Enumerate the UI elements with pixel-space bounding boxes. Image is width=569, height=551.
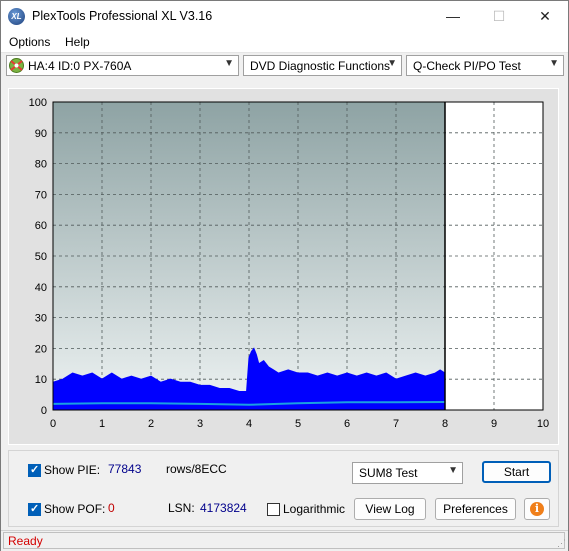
chevron-down-icon: ▼ — [448, 465, 458, 476]
function-select[interactable]: DVD Diagnostic Functions ▼ — [243, 55, 402, 76]
chevron-down-icon: ▼ — [549, 58, 559, 69]
x-tick-label: 0 — [50, 418, 56, 430]
x-tick-label: 1 — [99, 418, 105, 430]
menu-bar: Options Help — [1, 32, 568, 53]
status-text: Ready — [8, 534, 43, 548]
pi-po-chart: 0 10 20 30 40 50 60 70 80 90 100 0 1 2 3 4 5 6 7 8 9 10 — [29, 97, 549, 430]
x-tick-label: 7 — [393, 418, 399, 430]
close-button[interactable]: ✕ — [522, 1, 568, 32]
y-axis-labels: 0 10 20 30 40 50 60 70 80 90 100 — [29, 97, 47, 417]
sum8-test-select[interactable]: SUM8 Test ▼ — [352, 462, 463, 484]
y-tick-label: 30 — [35, 313, 47, 325]
y-tick-label: 100 — [29, 97, 47, 109]
lsn-value: 4173824 — [200, 501, 247, 515]
y-tick-label: 80 — [35, 159, 47, 171]
y-tick-label: 60 — [35, 220, 47, 232]
test-select-value: Q-Check PI/PO Test — [413, 59, 521, 73]
y-tick-label: 10 — [35, 374, 47, 386]
y-tick-label: 70 — [35, 189, 47, 201]
app-window: XL PlexTools Professional XL V3.16 — ☐ ✕… — [0, 0, 569, 551]
pie-value: 77843 — [108, 462, 142, 476]
menu-help-label: Help — [65, 35, 90, 49]
show-pof-label: Show POF: — [44, 502, 106, 516]
y-tick-label: 50 — [35, 251, 47, 263]
y-tick-label: 90 — [35, 128, 47, 140]
disc-drive-icon — [9, 58, 24, 73]
info-button[interactable]: i — [524, 498, 550, 520]
controls-panel: Show PIE: 77843 rows/8ECC Show POF: 0 LS… — [8, 450, 559, 527]
menu-help[interactable]: Help — [65, 35, 90, 49]
window-title: PlexTools Professional XL V3.16 — [32, 9, 213, 23]
y-tick-label: 20 — [35, 343, 47, 355]
minimize-button[interactable]: — — [430, 1, 476, 32]
start-button-label: Start — [503, 465, 530, 479]
chevron-down-icon: ▼ — [387, 58, 397, 69]
status-bar: Ready ⋰ — [1, 530, 568, 551]
sum8-test-value: SUM8 Test — [359, 466, 418, 480]
menu-options[interactable]: Options — [9, 35, 50, 49]
x-tick-label: 8 — [442, 418, 448, 430]
logarithmic-checkbox[interactable] — [267, 503, 280, 516]
x-tick-label: 9 — [491, 418, 497, 430]
info-icon: i — [530, 502, 544, 516]
x-tick-label: 3 — [197, 418, 203, 430]
chevron-down-icon: ▼ — [224, 58, 234, 69]
x-tick-label: 6 — [344, 418, 350, 430]
show-pof-checkbox[interactable] — [28, 502, 41, 516]
x-axis-labels: 0 1 2 3 4 5 6 7 8 9 10 — [50, 418, 549, 430]
pof-value: 0 — [108, 501, 115, 515]
app-logo-icon: XL — [8, 8, 25, 25]
preferences-label: Preferences — [443, 502, 508, 516]
x-tick-label: 2 — [148, 418, 154, 430]
drive-select-value: HA:4 ID:0 PX-760A — [28, 59, 132, 73]
y-tick-label: 40 — [35, 282, 47, 294]
menu-options-label: Options — [9, 35, 51, 49]
logarithmic-label: Logarithmic — [283, 502, 346, 516]
function-select-value: DVD Diagnostic Functions — [250, 59, 391, 73]
x-tick-label: 5 — [295, 418, 301, 430]
chart-panel: 0 10 20 30 40 50 60 70 80 90 100 0 1 2 3 4 5 6 7 8 9 10 — [8, 88, 559, 445]
x-tick-label: 4 — [246, 418, 252, 430]
lsn-label: LSN: — [168, 501, 195, 515]
view-log-label: View Log — [365, 502, 415, 516]
start-button[interactable]: Start — [482, 461, 551, 483]
test-select[interactable]: Q-Check PI/PO Test ▼ — [406, 55, 564, 76]
show-pie-checkbox[interactable] — [28, 463, 41, 477]
drive-select[interactable]: HA:4 ID:0 PX-760A ▼ — [6, 55, 239, 76]
x-tick-label: 10 — [537, 418, 549, 430]
show-pie-label: Show PIE: — [44, 463, 101, 477]
title-bar[interactable]: XL PlexTools Professional XL V3.16 — ☐ ✕ — [1, 1, 568, 32]
preferences-button[interactable]: Preferences — [435, 498, 516, 520]
maximize-button[interactable]: ☐ — [476, 1, 522, 32]
pie-unit: rows/8ECC — [166, 462, 227, 476]
resize-grip-icon[interactable]: ⋰ — [557, 538, 566, 549]
view-log-button[interactable]: View Log — [354, 498, 426, 520]
status-panel: Ready — [3, 532, 565, 549]
toolbar: HA:4 ID:0 PX-760A ▼ DVD Diagnostic Funct… — [1, 53, 568, 79]
y-tick-label: 0 — [41, 405, 47, 417]
